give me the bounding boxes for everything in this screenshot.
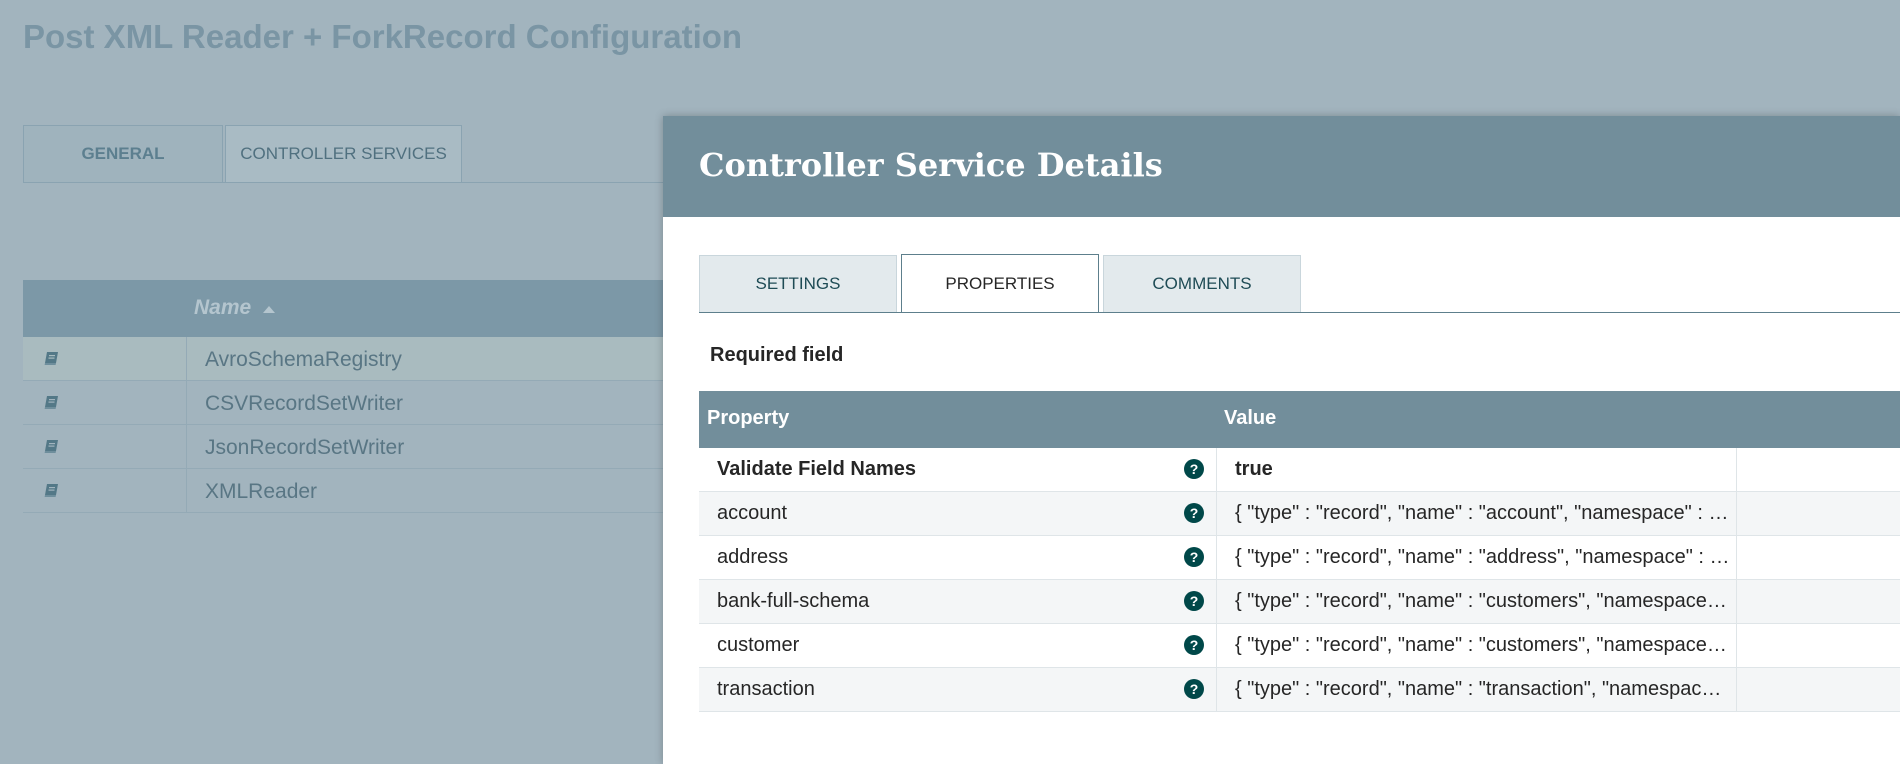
dialog-title: Controller Service Details [699,146,1163,184]
property-value[interactable]: { "type" : "record", "name" : "account",… [1235,502,1732,525]
property-row[interactable]: transaction ? { "type" : "record", "name… [699,668,1900,712]
help-icon[interactable]: ? [1184,635,1204,655]
row-icon-cell [23,469,187,512]
table-row[interactable]: CSVRecordSetWriter [23,381,685,425]
table-row[interactable]: XMLReader [23,469,685,513]
tab-comments[interactable]: COMMENTS [1103,255,1301,312]
service-name: XMLReader [205,480,318,503]
column-divider [1216,492,1217,535]
property-name: Validate Field Names [717,458,916,480]
row-icon-cell [23,425,187,468]
property-row[interactable]: address ? { "type" : "record", "name" : … [699,536,1900,580]
column-divider [1216,668,1217,711]
book-icon[interactable] [44,351,60,366]
column-divider [1216,536,1217,579]
column-divider [1736,668,1737,711]
property-value[interactable]: true [1235,458,1732,481]
help-icon[interactable]: ? [1184,591,1204,611]
sort-ascending-icon [263,306,275,313]
column-divider [1736,536,1737,579]
column-divider [1216,448,1217,491]
column-divider [1216,624,1217,667]
tab-settings[interactable]: SETTINGS [699,255,897,312]
help-icon[interactable]: ? [1184,459,1204,479]
property-name: account [717,502,788,524]
property-row[interactable]: bank-full-schema ? { "type" : "record", … [699,580,1900,624]
background-tab-divider [23,182,683,183]
property-name: bank-full-schema [717,590,870,612]
properties-table-header: Property Value [699,391,1900,448]
column-divider [1736,580,1737,623]
dialog-header: Controller Service Details [663,116,1900,217]
service-name: CSVRecordSetWriter [205,392,404,415]
help-icon[interactable]: ? [1184,503,1204,523]
book-icon[interactable] [44,395,60,410]
table-header: Name [23,280,685,337]
row-icon-cell [23,337,187,380]
name-column-header[interactable]: Name [194,296,251,320]
property-value[interactable]: { "type" : "record", "name" : "customers… [1235,590,1732,613]
service-name: JsonRecordSetWriter [205,436,405,459]
service-name: AvroSchemaRegistry [205,348,402,371]
tab-controller-services[interactable]: CONTROLLER SERVICES [225,125,462,183]
property-name: address [717,546,789,568]
page-title: Post XML Reader + ForkRecord Configurati… [23,18,743,55]
book-icon[interactable] [44,439,60,454]
property-row[interactable]: Validate Field Names ? true [699,448,1900,492]
property-name: customer [717,634,800,656]
properties-table: Property Value Validate Field Names ? tr… [699,391,1900,712]
column-divider [1736,492,1737,535]
table-row[interactable]: JsonRecordSetWriter [23,425,685,469]
property-column-header: Property [707,407,790,429]
column-divider [1736,448,1737,491]
property-name: transaction [717,678,815,700]
help-icon[interactable]: ? [1184,679,1204,699]
book-icon[interactable] [44,483,60,498]
column-divider [1216,580,1217,623]
property-row[interactable]: account ? { "type" : "record", "name" : … [699,492,1900,536]
row-icon-cell [23,381,187,424]
required-field-label: Required field [710,344,844,366]
help-icon[interactable]: ? [1184,547,1204,567]
column-divider [1736,624,1737,667]
controller-service-details-dialog: Controller Service Details SETTINGS PROP… [663,116,1900,764]
property-row[interactable]: customer ? { "type" : "record", "name" :… [699,624,1900,668]
tab-general[interactable]: GENERAL [23,125,223,182]
background-tab-bar: GENERAL CONTROLLER SERVICES [23,125,663,183]
table-row[interactable]: AvroSchemaRegistry [23,337,685,381]
property-value[interactable]: { "type" : "record", "name" : "customers… [1235,634,1732,657]
value-column-header: Value [1224,407,1277,429]
property-value[interactable]: { "type" : "record", "name" : "address",… [1235,546,1732,569]
tab-properties[interactable]: PROPERTIES [901,254,1099,313]
tab-divider [699,312,1900,313]
controller-services-table: Name AvroSchemaRegistry CSVRecordSetWrit… [23,280,685,513]
dialog-tab-bar: SETTINGS PROPERTIES COMMENTS [699,254,1900,313]
property-value[interactable]: { "type" : "record", "name" : "transacti… [1235,678,1732,701]
